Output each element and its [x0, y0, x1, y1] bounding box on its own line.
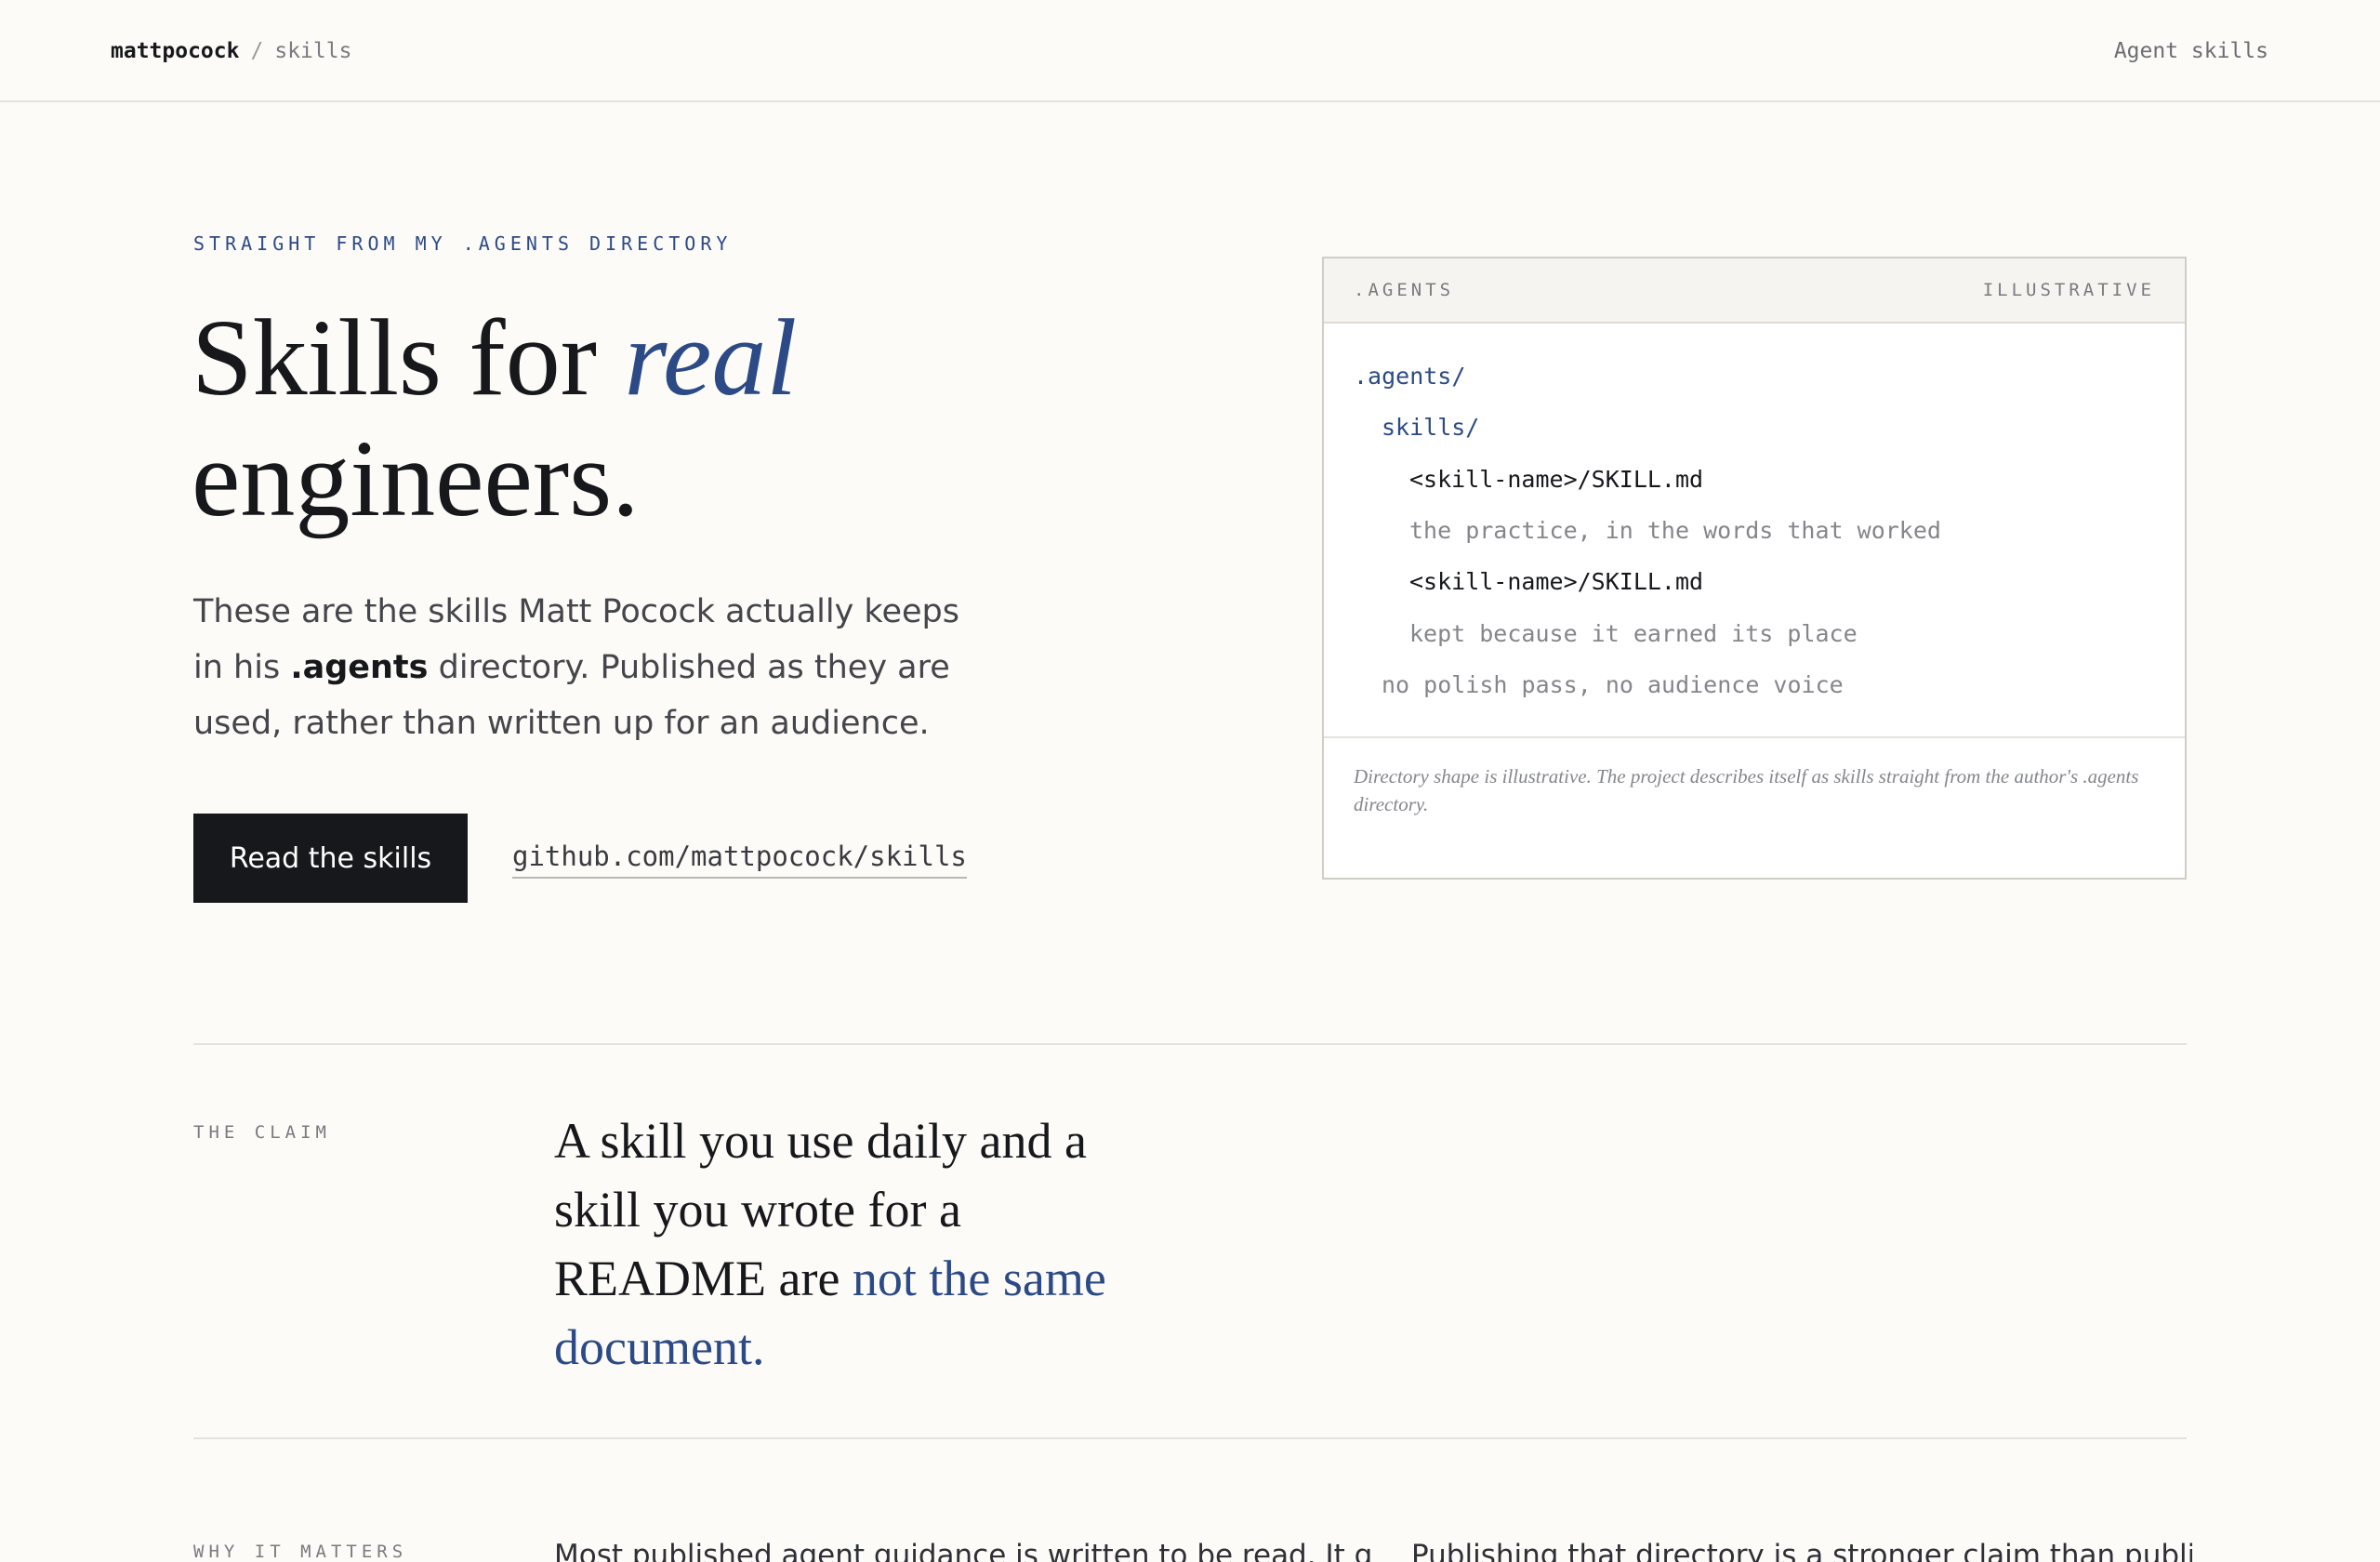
- tree-item-note: the practice, in the words that worked: [1409, 517, 1941, 544]
- read-the-skills-button[interactable]: Read the skills: [193, 814, 468, 903]
- tree-item-skills-dir: skills/: [1382, 414, 1480, 441]
- hero-copy-agents: .agents: [290, 649, 429, 686]
- tree-item-skill-file: <skill-name>/SKILL.md: [1409, 568, 1704, 595]
- why-label: WHY IT MATTERS: [193, 1542, 408, 1562]
- brand-repo-link[interactable]: skills: [274, 39, 351, 63]
- section-divider: [193, 1043, 2187, 1045]
- hero-title-part1: Skills for: [192, 297, 625, 418]
- section-divider: [193, 1437, 2187, 1439]
- card-title: .AGENTS: [1354, 280, 1455, 300]
- breadcrumb: mattpocock / skills: [111, 37, 351, 65]
- card-header: .AGENTS ILLUSTRATIVE: [1324, 258, 2185, 324]
- hero-eyebrow: STRAIGHT FROM MY .AGENTS DIRECTORY: [193, 232, 733, 255]
- tree-item-skill-file: <skill-name>/SKILL.md: [1409, 466, 1704, 493]
- breadcrumb-separator: /: [250, 39, 264, 63]
- card-badge: ILLUSTRATIVE: [1982, 280, 2155, 300]
- card-footnote: Directory shape is illustrative. The pro…: [1354, 765, 2139, 815]
- agents-directory-card: .AGENTS ILLUSTRATIVE .agents/ skills/ <s…: [1322, 257, 2187, 880]
- why-column-2: Publishing that directory is a stronger …: [1411, 1539, 2192, 1562]
- nav-agent-skills-link[interactable]: Agent skills: [2114, 37, 2268, 65]
- claim-statement: A skill you use daily and a skill you wr…: [554, 1106, 1149, 1382]
- why-column-1: Most published agent guidance is written…: [554, 1539, 1372, 1562]
- hero-title-emphasis: real: [624, 297, 798, 418]
- hero-title: Skills for real engineers.: [192, 298, 1214, 539]
- tree-item-note: no polish pass, no audience voice: [1382, 671, 1844, 698]
- tree-item-note: kept because it earned its place: [1409, 620, 1858, 647]
- top-bar: mattpocock / skills Agent skills: [0, 0, 2380, 102]
- directory-tree: .agents/ skills/ <skill-name>/SKILL.md t…: [1324, 324, 2185, 738]
- brand-owner-link[interactable]: mattpocock: [111, 39, 239, 63]
- claim-label: THE CLAIM: [193, 1122, 331, 1143]
- github-repo-link[interactable]: github.com/mattpocock/skills: [512, 838, 967, 879]
- hero-title-part2: engineers.: [192, 417, 640, 539]
- tree-item-agents-dir: .agents/: [1354, 363, 1466, 390]
- hero-description: These are the skills Matt Pocock actuall…: [193, 584, 974, 751]
